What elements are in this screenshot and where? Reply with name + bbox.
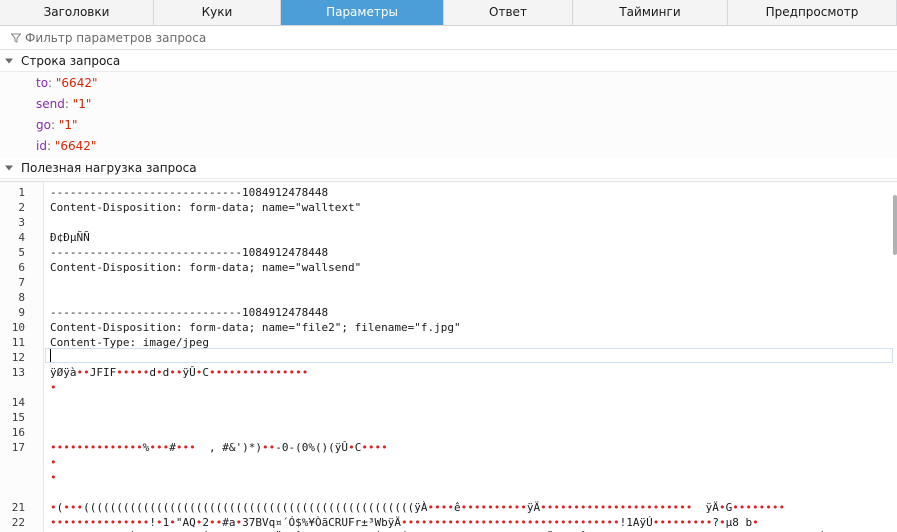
tab-cookies[interactable]: Куки (154, 0, 281, 25)
line-number: 13 (11, 366, 25, 379)
query-string-header[interactable]: Строка запроса (0, 51, 897, 72)
code-line: 10 Content-Disposition: form-data; name="… (0, 320, 897, 335)
code-line: 12 (0, 350, 897, 365)
line-number: 12 (11, 351, 25, 364)
line-text: Ð¢ÐµÑÑ (50, 231, 90, 244)
code-line: • (0, 455, 897, 470)
param-key: send (36, 97, 65, 111)
code-line: 4 Ð¢ÐµÑÑ (0, 230, 897, 245)
line-number: 15 (11, 411, 25, 424)
param-row: go: "1" (36, 118, 78, 132)
code-line: • (0, 380, 897, 395)
code-line: 13 ÿØÿà••JFIF•••••d•d••ÿÛ•C••••••••••••••… (0, 365, 897, 380)
line-number: 11 (11, 336, 25, 349)
scroll-thumb[interactable] (893, 195, 897, 255)
param-value: "6642" (55, 76, 98, 90)
param-value: "1" (58, 118, 78, 132)
tab-response[interactable]: Ответ (444, 0, 573, 25)
line-number: 9 (18, 306, 25, 319)
chevron-down-icon (5, 165, 13, 171)
param-value: "6642" (54, 139, 97, 153)
code-line: 16 (0, 425, 897, 440)
query-string-title: Строка запроса (21, 54, 121, 68)
tab-bar: Заголовки Куки Параметры Ответ Тайминги … (0, 0, 897, 26)
filter-icon (11, 33, 21, 43)
code-line: 7 (0, 275, 897, 290)
code-line: 8 (0, 290, 897, 305)
param-row: send: "1" (36, 97, 92, 111)
param-row: to: "6642" (36, 76, 98, 90)
code-line: 21 •(•••(((((((((((((((((((((((((((((((((… (0, 500, 897, 515)
code-line: 9 -----------------------------1084912478… (0, 305, 897, 320)
line-text: Content-Disposition: form-data; name="wa… (50, 201, 362, 214)
line-text: •••••••••••••••!•1•"AQ•2••#a•37BVq¤´Ó$%¥… (50, 516, 759, 529)
line-text: Content-Disposition: form-data; name="fi… (50, 321, 461, 334)
param-key: go (36, 118, 51, 132)
code-line: 22 •••••••••••••••!•1•"AQ•2••#a•37BVq¤´Ó$… (0, 515, 897, 530)
line-text: •(•••(((((((((((((((((((((((((((((((((((… (50, 501, 786, 514)
scrollbar[interactable] (891, 181, 897, 531)
param-key: to (36, 76, 49, 90)
line-text: Content-Disposition: form-data; name="wa… (50, 261, 362, 274)
tab-preview[interactable]: Предпросмотр (728, 0, 897, 25)
line-text: • (50, 456, 57, 469)
payload-title: Полезная нагрузка запроса (21, 161, 197, 175)
param-key: id (36, 139, 47, 153)
code-line: 3 (0, 215, 897, 230)
tab-timings[interactable]: Тайминги (573, 0, 728, 25)
line-number: 16 (11, 426, 25, 439)
tab-params[interactable]: Параметры (281, 0, 444, 25)
payload-editor[interactable]: 1 -----------------------------1084912478… (0, 181, 897, 532)
code-line: 2 Content-Disposition: form-data; name="w… (0, 200, 897, 215)
code-line: 5 -----------------------------1084912478… (0, 245, 897, 260)
line-text: ••••••••••••••%•••#••• , #&')*)••-0-(0%(… (50, 441, 388, 454)
line-number: 2 (18, 201, 25, 214)
line-number: 6 (18, 261, 25, 274)
code-line: 1 -----------------------------1084912478… (0, 185, 897, 200)
code-line: 15 (0, 410, 897, 425)
line-number: 10 (11, 321, 25, 334)
line-number: 3 (18, 216, 25, 229)
filter-bar (0, 27, 897, 50)
line-text: ÿØÿà••JFIF•••••d•d••ÿÛ•C••••••••••••••• (50, 366, 309, 379)
line-text: Content-Type: image/jpeg (50, 336, 209, 349)
param-value: "1" (72, 97, 92, 111)
line-number: 21 (11, 501, 25, 514)
line-number: 14 (11, 396, 25, 409)
line-text: -----------------------------10849124784… (50, 246, 329, 259)
code-lines: 1 -----------------------------1084912478… (0, 185, 897, 532)
line-text: -----------------------------10849124784… (50, 186, 329, 199)
line-number: 8 (18, 291, 25, 304)
filter-input[interactable] (25, 28, 875, 48)
code-line: 6 Content-Disposition: form-data; name="w… (0, 260, 897, 275)
line-text: • (50, 471, 57, 484)
line-number: 1 (18, 186, 25, 199)
code-line: 11 Content-Type: image/jpeg (0, 335, 897, 350)
chevron-down-icon (5, 58, 13, 64)
code-line: 14 (0, 395, 897, 410)
payload-header[interactable]: Полезная нагрузка запроса (0, 158, 897, 179)
param-row: id: "6642" (36, 139, 97, 153)
code-line: 17 ••••••••••••••%•••#••• , #&')*)••-0-(0… (0, 440, 897, 455)
line-number: 22 (11, 516, 25, 529)
line-text: -----------------------------10849124784… (50, 306, 329, 319)
line-number: 7 (18, 276, 25, 289)
line-number: 4 (18, 231, 25, 244)
line-text: • (50, 381, 57, 394)
line-number: 17 (11, 441, 25, 454)
tab-headers[interactable]: Заголовки (0, 0, 154, 25)
line-number: 5 (18, 246, 25, 259)
code-line: • (0, 470, 897, 485)
